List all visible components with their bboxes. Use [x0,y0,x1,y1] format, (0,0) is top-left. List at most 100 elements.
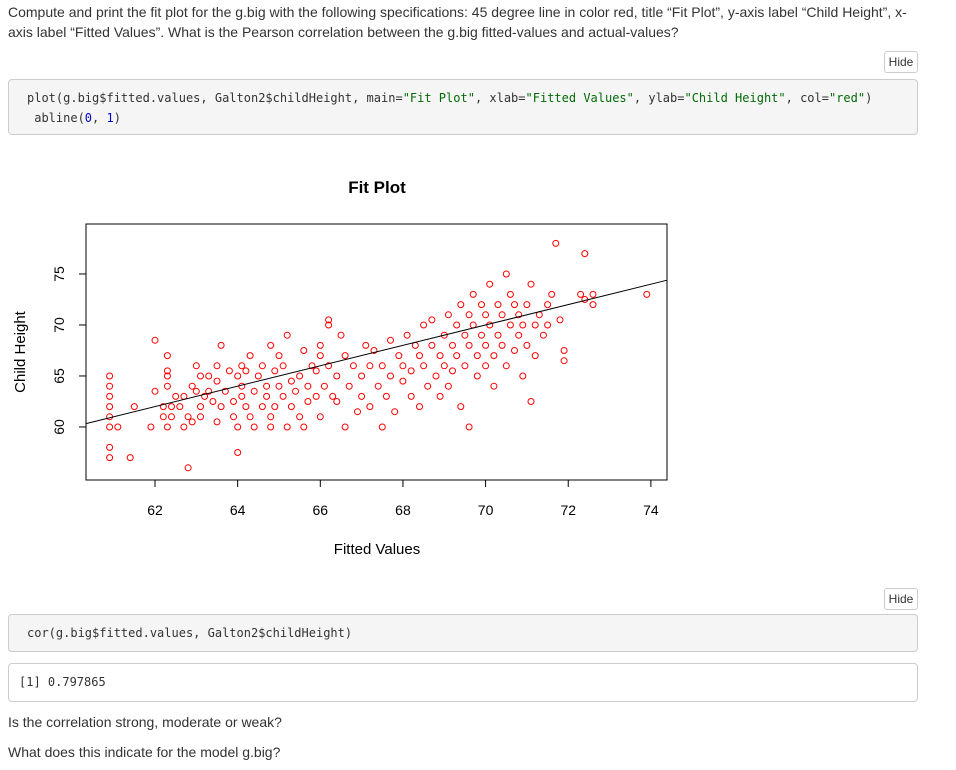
data-point [151,336,159,344]
data-point [531,321,539,329]
data-point [287,377,295,385]
data-point [267,413,275,421]
data-point [205,372,213,380]
data-point [172,392,180,400]
data-point [130,403,138,411]
data-point [399,362,407,370]
data-point [238,362,246,370]
data-point [234,372,242,380]
y-axis: 60 65 70 75 [51,266,86,435]
data-point [457,403,465,411]
data-point [163,423,171,431]
data-point [316,413,324,421]
x-tick-label: 74 [643,502,659,518]
data-point [275,352,283,360]
data-point [188,418,196,426]
data-point [337,331,345,339]
output-cor: [1] 0.797865 [8,663,918,702]
data-point [279,392,287,400]
data-point [515,331,523,339]
y-tick-label: 70 [51,317,67,333]
data-point [197,372,204,380]
data-point [486,280,494,288]
data-point [556,316,564,324]
data-point [494,331,502,339]
data-point [230,413,237,421]
data-point [271,403,279,411]
data-point [250,423,258,431]
data-point [473,372,481,380]
data-point [246,413,254,421]
data-point [250,387,258,395]
data-point [106,382,114,390]
data-point [387,336,394,344]
data-point [548,290,556,298]
data-point [106,423,114,431]
data-point [106,392,114,400]
data-point [106,454,114,462]
data-point [354,408,361,416]
data-point [453,321,461,329]
chart-title: Fit Plot [348,178,406,197]
data-point [213,362,221,370]
data-point [106,403,114,411]
data-point [482,341,490,349]
question-line-2: axis label “Fitted Values”. What is the … [8,24,679,40]
data-point [316,341,324,349]
y-tick-label: 65 [51,368,67,384]
data-point [267,423,275,431]
hide-code-button-2[interactable]: Hide [884,588,918,610]
data-point [403,331,411,339]
code-line-plot: plot(g.big$fitted.values, Galton2$childH… [27,91,873,105]
data-point [362,341,370,349]
data-point [531,352,539,360]
data-point [407,392,415,400]
data-point [523,301,531,309]
data-point [478,331,485,339]
data-point [519,372,527,380]
data-point [271,367,279,375]
data-point [424,382,432,390]
question-line-1: Compute and print the fit plot for the g… [8,4,907,20]
data-point [180,423,188,431]
data-point [407,367,415,375]
data-point [444,382,452,390]
followup-question-2: What does this indicate for the model g.… [8,744,281,760]
data-point [560,357,568,365]
x-tick-label: 70 [478,502,494,518]
data-point [242,367,250,375]
data-point [192,387,200,395]
y-tick-label: 60 [51,419,67,435]
data-point [366,362,374,370]
correlation-output: [1] 0.797865 [19,675,106,689]
data-point [478,301,485,309]
data-point [258,403,266,411]
data-point [358,392,366,400]
data-point [184,464,192,472]
data-point [176,403,184,411]
data-point [374,382,382,390]
data-point [382,392,390,400]
data-point [312,392,320,400]
data-point [473,352,481,360]
data-point [159,413,167,421]
data-point [465,341,473,349]
data-point [349,362,357,370]
data-point [511,347,518,354]
data-point [234,423,242,431]
data-point [416,403,423,411]
data-point [292,387,299,395]
hide-code-button-1[interactable]: Hide [884,51,918,73]
abline-45-degree [85,279,668,425]
code-chunk-cor: cor(g.big$fitted.values, Galton2$childHe… [8,614,918,652]
data-point [399,377,407,385]
data-point [300,347,308,354]
data-point [246,352,254,360]
data-point [387,372,394,380]
data-point [275,382,283,390]
data-point [213,418,221,426]
data-point [643,290,651,298]
data-point [420,362,428,370]
fit-plot: Fit Plot Fitted Values Child Height 62 64… [12,178,668,558]
data-point [457,301,465,309]
